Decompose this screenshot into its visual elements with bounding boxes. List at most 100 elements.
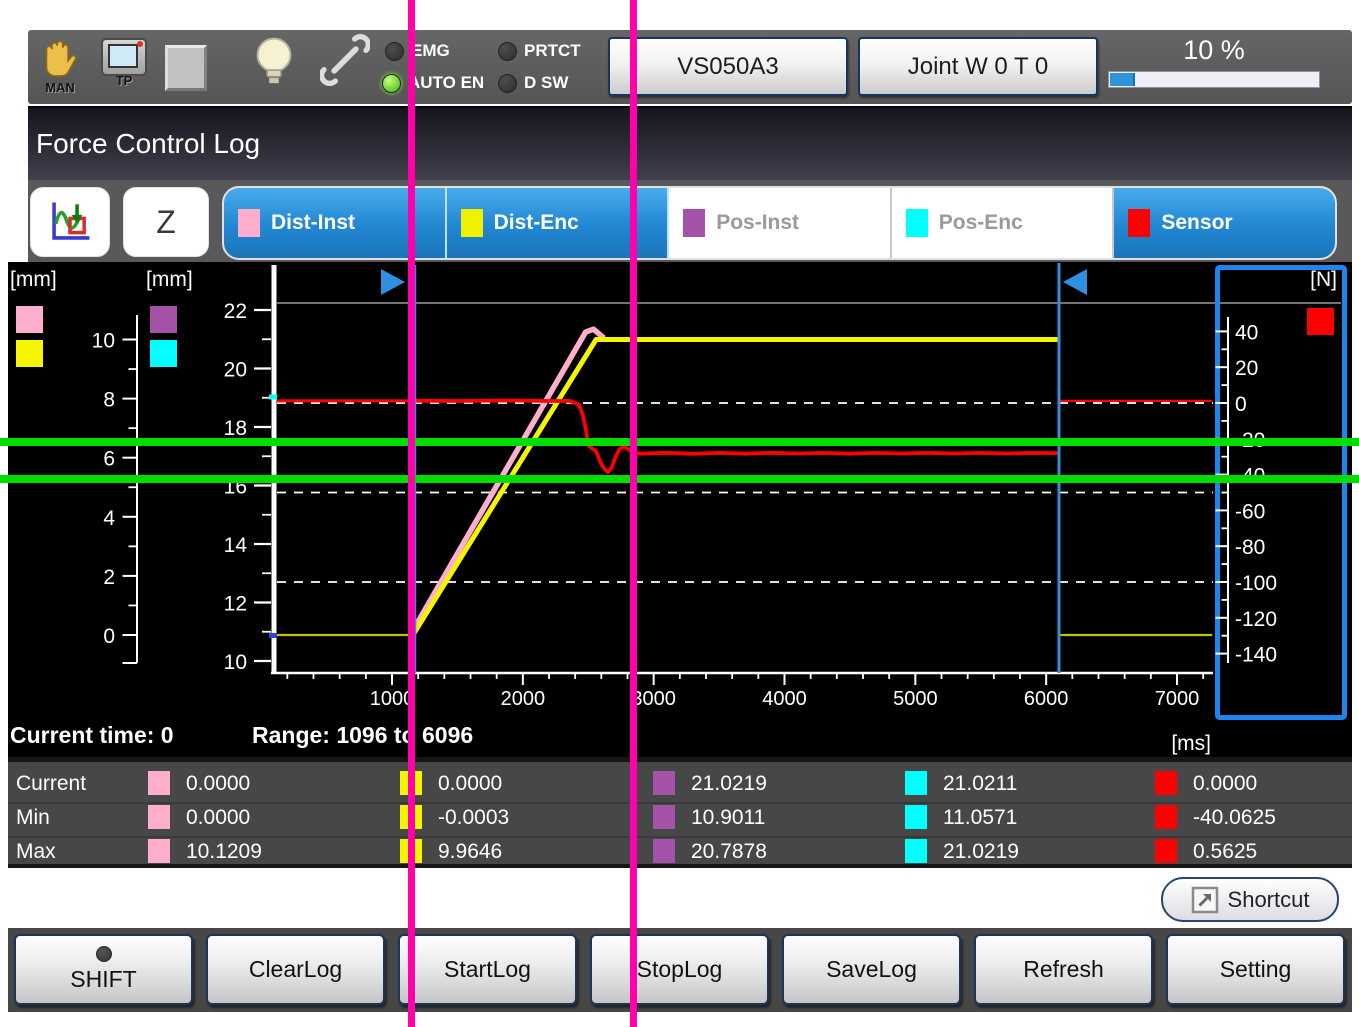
row-separator (8, 802, 1352, 804)
led-on-indicator (382, 74, 401, 93)
dist-axis-tick-label: 0 (103, 625, 115, 648)
refresh-button[interactable]: Refresh (974, 934, 1153, 1005)
dist-inst-swatch (148, 839, 170, 863)
shortcut-label: Shortcut (1228, 887, 1310, 913)
stop-button[interactable] (165, 45, 207, 91)
pos-inst-swatch (653, 805, 675, 829)
title-bar: Force Control Log (28, 106, 1352, 182)
force-axis-tick-label: 20 (1235, 357, 1258, 380)
dist-enc-legend-swatch (16, 340, 43, 367)
pos-axis-tick-label: 22 (224, 300, 247, 323)
speed-percent-label: 10 % (1108, 35, 1320, 66)
stoplog-button[interactable]: StopLog (590, 934, 769, 1005)
series-color-swatch (238, 209, 260, 237)
dist-inst-value: 10.1209 (186, 840, 262, 864)
led-label: AUTO EN (408, 73, 484, 93)
led-label: EMG (411, 41, 450, 61)
startlog-button[interactable]: StartLog (398, 934, 577, 1005)
teach-pendant-button[interactable]: TP (98, 34, 150, 88)
clearlog-button[interactable]: ClearLog (206, 934, 385, 1005)
savelog-button[interactable]: SaveLog (782, 934, 961, 1005)
pos-axis-tick-label: 18 (224, 417, 247, 440)
pos-inst-swatch (653, 771, 675, 795)
horizontal-marker-line-1 (0, 438, 1359, 446)
dist-axis-unit: [mm] (10, 268, 57, 291)
tab-label: Sensor (1161, 211, 1232, 235)
series-tabs: Dist-InstDist-EncPos-InstPos-EncSensor (222, 186, 1337, 260)
manual-mode-button[interactable]: MAN (34, 34, 86, 95)
sensor-value: -40.0625 (1193, 806, 1276, 830)
force-axis-tick-label: -140 (1235, 644, 1277, 667)
led-prtct: PRTCT (498, 41, 581, 61)
hand-icon (38, 34, 82, 78)
time-tick-label: 3000 (631, 688, 676, 710)
time-tick-label: 4000 (762, 688, 807, 710)
z-axis-button[interactable]: Z (123, 187, 209, 257)
dist-enc-value: 0.0000 (438, 772, 502, 796)
force-axis-tick-label: -60 (1235, 500, 1265, 523)
force-axis-tick-label: -120 (1235, 608, 1277, 631)
pos-enc-swatch (905, 805, 927, 829)
row-separator (8, 836, 1352, 838)
vertical-marker-line-1 (408, 0, 415, 1027)
function-key-label: Setting (1220, 956, 1292, 983)
value-table: CurrentMinMax0.00000.000010.12090.0000-0… (8, 757, 1352, 868)
page-title: Force Control Log (28, 108, 1352, 180)
function-key-label: SHIFT (70, 966, 136, 993)
force-axis-tick-label: 40 (1235, 321, 1258, 344)
time-tick-label: 5000 (893, 688, 938, 710)
teach-pendant-icon (101, 38, 147, 76)
sensor-value: 0.0000 (1193, 772, 1257, 796)
square-icon (165, 45, 207, 91)
shortcut-button[interactable]: Shortcut (1161, 877, 1339, 922)
dist-inst-value: 0.0000 (186, 806, 250, 830)
dist-axis-tick-label: 8 (103, 389, 115, 412)
function-key-label: ClearLog (249, 956, 342, 983)
pos-enc-value: 21.0211 (943, 772, 1017, 796)
speed-progress-fill (1110, 73, 1135, 86)
dist-axis-tick-label: 2 (103, 566, 115, 589)
dist-inst-legend-swatch (16, 306, 43, 333)
pos-axis-tick-label: 10 (224, 651, 247, 674)
shift-button[interactable]: SHIFT (14, 934, 193, 1005)
lamp-button[interactable] (253, 36, 295, 93)
dist-inst-value: 0.0000 (186, 772, 250, 796)
horizontal-marker-line-2 (0, 475, 1359, 483)
dist-enc-value: -0.0003 (438, 806, 509, 830)
maintenance-button[interactable] (320, 34, 370, 91)
pos-enc-legend-swatch (150, 340, 177, 367)
pos-enc-start-marker (269, 395, 277, 400)
tab-pos-enc[interactable]: Pos-Enc (892, 188, 1115, 258)
function-key-label: StopLog (637, 956, 723, 983)
pos-axis-unit: [mm] (146, 268, 193, 291)
pos-inst-value: 21.0219 (691, 772, 767, 796)
dist-axis-tick-label: 10 (92, 330, 115, 353)
tab-sensor[interactable]: Sensor (1114, 188, 1335, 258)
chart-background (8, 262, 1352, 757)
wrench-icon (320, 34, 370, 86)
dist-enc-value: 9.9646 (438, 840, 502, 864)
sensor-legend-swatch (1307, 308, 1334, 335)
tab-label: Pos-Inst (716, 211, 799, 235)
pos-axis-tick-label: 20 (224, 359, 247, 382)
series-color-swatch (461, 209, 483, 237)
function-key-label: Refresh (1023, 956, 1104, 983)
graph-view-button[interactable] (30, 187, 110, 257)
row-label-min: Min (16, 806, 50, 830)
dist-inst-swatch (148, 771, 170, 795)
tool-work-button[interactable]: Joint W 0 T 0 (858, 37, 1098, 96)
pos-axis-tick-label: 14 (224, 534, 248, 557)
range-label: Range: 1096 to 6096 (252, 722, 473, 748)
z-axis-label: Z (156, 204, 176, 241)
lightbulb-icon (253, 36, 295, 88)
series-color-swatch (906, 209, 928, 237)
function-key-label: StartLog (444, 956, 531, 983)
pos-inst-swatch (653, 839, 675, 863)
speed-progress-bar (1108, 71, 1320, 88)
led-emg: EMG (385, 41, 450, 61)
shortcut-icon (1191, 886, 1219, 914)
setting-button[interactable]: Setting (1166, 934, 1345, 1005)
robot-select-button[interactable]: VS050A3 (608, 37, 848, 96)
sensor-swatch (1155, 805, 1177, 829)
tab-pos-inst[interactable]: Pos-Inst (669, 188, 892, 258)
